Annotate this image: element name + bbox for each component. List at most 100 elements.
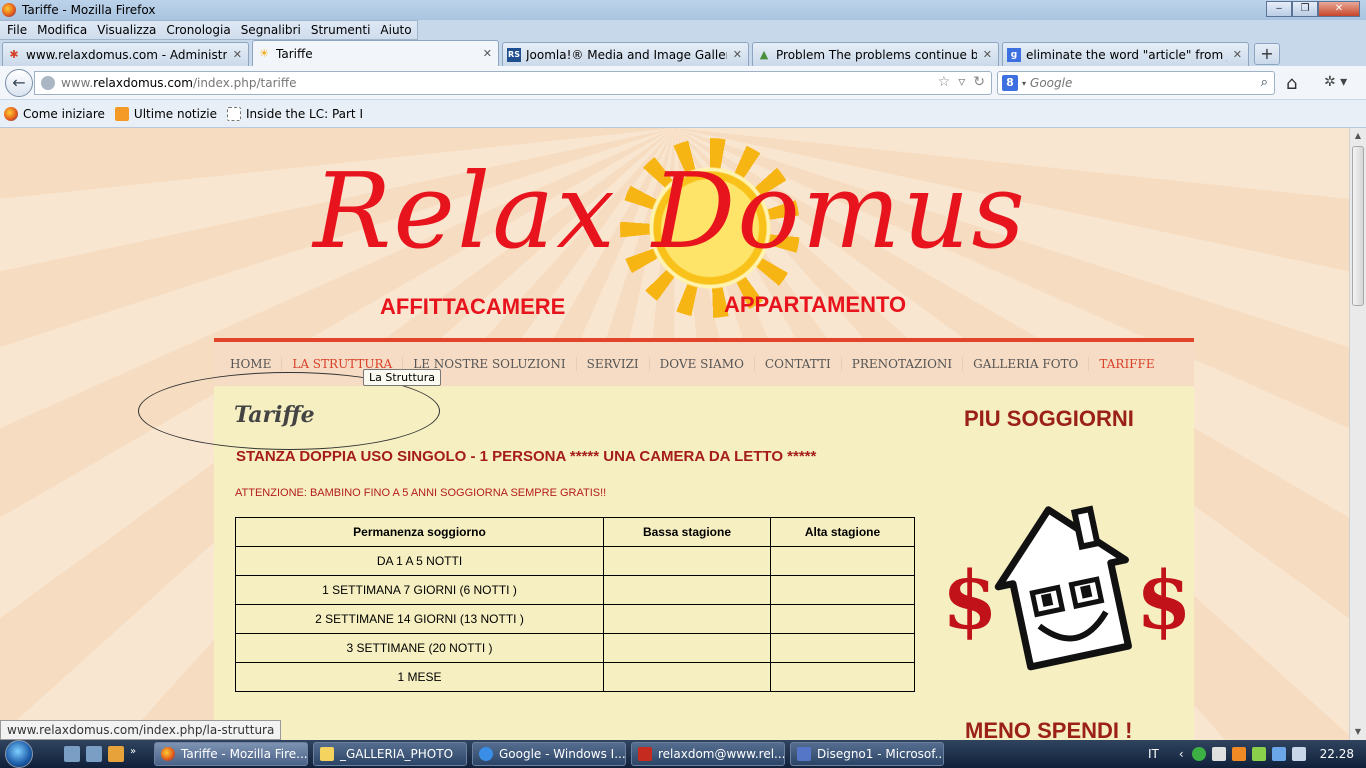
- tab-close-icon[interactable]: ✕: [733, 48, 742, 61]
- menu-strumenti[interactable]: Strumenti: [306, 23, 376, 37]
- task-filezilla[interactable]: relaxdom@www.rel...: [631, 742, 785, 766]
- table-cell: 1 SETTIMANA 7 GIORNI (6 NOTTI ): [235, 575, 604, 605]
- addon-icon[interactable]: ✲ ▾: [1324, 74, 1347, 90]
- new-tab-button[interactable]: +: [1254, 43, 1280, 65]
- tab-administration[interactable]: ✱ www.relaxdomus.com - Administrati... ✕: [2, 42, 249, 66]
- window-titlebar: Tariffe - Mozilla Firefox ‒ ❐ ✕: [0, 0, 1366, 20]
- tab-google-search[interactable]: g eliminate the word "article" from joo.…: [1002, 42, 1249, 66]
- nav-servizi[interactable]: SERVIZI: [577, 357, 650, 371]
- table-header: Permanenza soggiorno: [235, 517, 604, 547]
- table-row: 2 SETTIMANE 14 GIORNI (13 NOTTI ): [235, 604, 915, 634]
- url-bar[interactable]: www.relaxdomus.com/index.php/tariffe ☆ ▿…: [34, 71, 992, 95]
- show-desktop-icon[interactable]: [64, 746, 80, 762]
- battery-icon[interactable]: [1251, 747, 1266, 761]
- firefox-icon: [4, 106, 18, 121]
- nav-contatti[interactable]: CONTATTI: [755, 357, 842, 371]
- task-internet-explorer[interactable]: Google - Windows I...: [472, 742, 626, 766]
- menu-cronologia[interactable]: Cronologia: [161, 23, 235, 37]
- tray-app-icon[interactable]: [1191, 747, 1206, 761]
- tray-app-icon[interactable]: [1211, 747, 1226, 761]
- page-viewport: Relax Domus AFFITTACAMERE APPARTAMENTO H…: [0, 128, 1349, 740]
- tab-close-icon[interactable]: ✕: [483, 47, 492, 60]
- logo-text: Relax Domus: [313, 150, 1027, 272]
- bookmark-inside-the-lc[interactable]: Inside the LC: Part I: [226, 106, 363, 121]
- search-bar: 8 ▾ ⌕: [997, 71, 1275, 95]
- menu-file[interactable]: File: [2, 23, 32, 37]
- document-icon: [797, 747, 811, 761]
- menu-aiuto[interactable]: Aiuto: [375, 23, 416, 37]
- minimize-button[interactable]: ‒: [1266, 1, 1292, 17]
- table-cell: DA 1 A 5 NOTTI: [235, 546, 604, 576]
- volume-icon[interactable]: [1291, 747, 1306, 761]
- dropdown-icon[interactable]: ▿: [958, 74, 965, 90]
- search-icon[interactable]: ⌕: [1261, 75, 1268, 90]
- back-button[interactable]: ←: [5, 68, 33, 97]
- task-firefox[interactable]: Tariffe - Mozilla Fire...: [154, 742, 308, 766]
- search-engine-icon[interactable]: 8: [1002, 75, 1018, 91]
- switch-windows-icon[interactable]: [86, 746, 102, 762]
- menu-segnalibri[interactable]: Segnalibri: [236, 23, 306, 37]
- sun-icon: ☀: [259, 47, 269, 60]
- google-icon: g: [1007, 47, 1021, 62]
- tab-tariffe[interactable]: ☀ Tariffe ✕: [252, 40, 499, 66]
- table-header: Alta stagione: [770, 517, 915, 547]
- table-cell: [770, 662, 915, 692]
- tray-app-icon[interactable]: [1231, 747, 1246, 761]
- scroll-down-icon[interactable]: ▼: [1350, 724, 1366, 740]
- nav-home[interactable]: HOME: [220, 357, 283, 371]
- tab-close-icon[interactable]: ✕: [233, 48, 242, 61]
- windows-logo-icon: [5, 740, 33, 768]
- table-row: 1 SETTIMANA 7 GIORNI (6 NOTTI ): [235, 575, 915, 605]
- menu-modifica[interactable]: Modifica: [32, 23, 92, 37]
- scroll-thumb[interactable]: [1352, 146, 1364, 306]
- tab-close-icon[interactable]: ✕: [983, 48, 992, 61]
- taskbar: » Tariffe - Mozilla Fire... _GALLERIA_PH…: [0, 740, 1366, 768]
- quick-launch: »: [64, 746, 146, 762]
- quicklaunch-app-icon[interactable]: [108, 746, 124, 762]
- rs-icon: RS: [507, 47, 521, 62]
- reload-icon[interactable]: ↻: [973, 74, 985, 90]
- vertical-scrollbar[interactable]: ▲ ▼: [1349, 128, 1366, 740]
- room-subtitle: STANZA DOPPIA USO SINGOLO - 1 PERSONA **…: [236, 448, 817, 465]
- chevron-down-icon[interactable]: ▾: [1022, 79, 1026, 88]
- nav-dove-siamo[interactable]: DOVE SIAMO: [650, 357, 755, 371]
- tab-joomla-gallery[interactable]: RS Joomla!® Media and Image Gallery ... …: [502, 42, 749, 66]
- table-cell: [603, 546, 771, 576]
- nav-prenotazioni[interactable]: PRENOTAZIONI: [842, 357, 964, 371]
- task-galleria-photo[interactable]: _GALLERIA_PHOTO: [313, 742, 467, 766]
- bookmark-come-iniziare[interactable]: Come iniziare: [4, 106, 105, 121]
- firefox-icon: [2, 3, 16, 17]
- table-cell: 3 SETTIMANE (20 NOTTI ): [235, 633, 604, 663]
- close-button[interactable]: ✕: [1318, 1, 1360, 17]
- bookmark-ultime-notizie[interactable]: Ultime notizie: [114, 106, 217, 121]
- star-icon[interactable]: ☆: [938, 74, 951, 90]
- scroll-up-icon[interactable]: ▲: [1350, 128, 1366, 144]
- home-icon[interactable]: ⌂: [1286, 73, 1297, 94]
- table-cell: [770, 604, 915, 634]
- chevron-left-icon[interactable]: ‹: [1179, 747, 1184, 761]
- tab-problem-forum[interactable]: ▲ Problem The problems continue but ... …: [752, 42, 999, 66]
- menu-visualizza[interactable]: Visualizza: [92, 23, 161, 37]
- menu-bar: File Modifica Visualizza Cronologia Segn…: [0, 20, 418, 40]
- folder-icon: [320, 747, 334, 761]
- site-logo[interactable]: Relax Domus AFFITTACAMERE APPARTAMENTO: [280, 128, 1060, 333]
- side-title-2: MENO SPENDI !: [965, 718, 1133, 740]
- chevron-right-icon[interactable]: »: [130, 746, 146, 762]
- language-indicator[interactable]: IT: [1148, 747, 1159, 761]
- search-input[interactable]: [1030, 76, 1251, 90]
- arrow-left-icon: ←: [12, 73, 26, 92]
- table-cell: [603, 604, 771, 634]
- page-icon: [226, 106, 241, 121]
- network-icon[interactable]: [1271, 747, 1286, 761]
- table-row: 1 MESE: [235, 662, 915, 692]
- nav-galleria-foto[interactable]: GALLERIA FOTO: [963, 357, 1090, 371]
- tab-close-icon[interactable]: ✕: [1233, 48, 1242, 61]
- nav-tariffe[interactable]: TARIFFE: [1089, 357, 1164, 371]
- restore-button[interactable]: ❐: [1292, 1, 1318, 17]
- table-cell: [770, 575, 915, 605]
- start-button[interactable]: [0, 740, 38, 768]
- clock[interactable]: 22.28: [1320, 747, 1354, 761]
- filezilla-icon: [638, 747, 652, 761]
- child-notice: ATTENZIONE: BAMBINO FINO A 5 ANNI SOGGIO…: [235, 487, 607, 499]
- task-disegno[interactable]: Disegno1 - Microsof...: [790, 742, 944, 766]
